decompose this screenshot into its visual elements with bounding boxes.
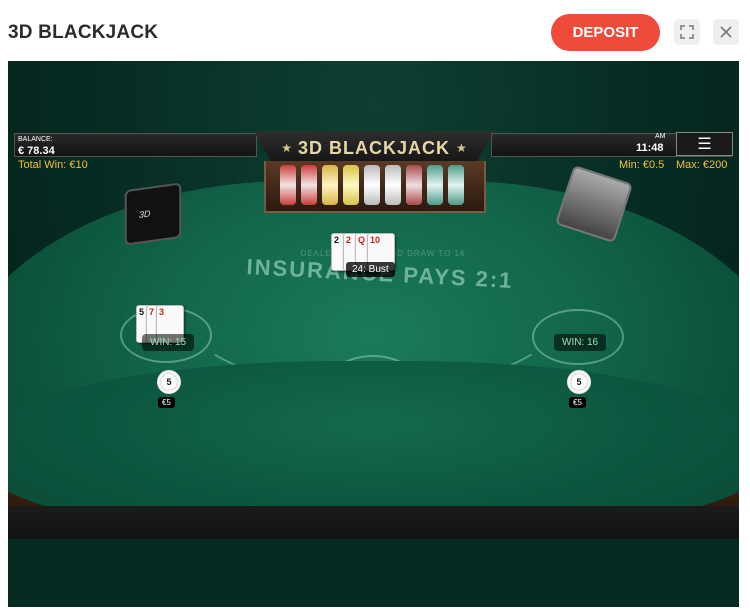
card-rank: 2	[346, 235, 352, 245]
chip-tray	[264, 161, 486, 213]
tray-chip-stack	[322, 165, 338, 205]
clock-time: 11:48	[636, 142, 664, 154]
player-win-right: WIN: 16	[554, 334, 607, 351]
total-win: Total Win: €10	[18, 159, 88, 171]
expand-icon	[680, 25, 694, 39]
tray-chip-stack	[448, 165, 464, 205]
window-header: 3D BLACKJACK DEPOSIT	[0, 0, 750, 62]
balance-panel: BALANCE: € 78.34	[14, 133, 257, 157]
balance-value: € 78.34	[18, 145, 55, 157]
player-win-left: WIN: 15	[142, 334, 195, 351]
balance-label: BALANCE:	[18, 136, 53, 143]
close-button[interactable]	[713, 19, 739, 45]
logo-text: 3D BLACKJACK	[297, 137, 450, 158]
bet-amount-right: €5	[569, 397, 586, 408]
bet-chip-right: 5	[567, 370, 591, 394]
dealer-hand-total: 24: Bust	[346, 262, 395, 277]
tray-chip-stack	[406, 165, 422, 205]
game-logo: ★ 3D BLACKJACK ★	[254, 131, 494, 165]
bet-amount-left: €5	[158, 397, 175, 408]
bet-chip-left: 5	[157, 370, 181, 394]
game-canvas[interactable]: DEALER MUST ... AND DRAW TO 16 INSURANCE…	[8, 61, 739, 607]
menu-button[interactable]: ☰	[676, 132, 733, 156]
close-icon	[720, 26, 732, 38]
deposit-button[interactable]: DEPOSIT	[551, 14, 660, 51]
tray-chip-stack	[343, 165, 359, 205]
expand-button[interactable]	[674, 19, 700, 45]
tray-chip-stack	[427, 165, 443, 205]
card-rank: 10	[370, 235, 381, 245]
min-bet: Min: €0.5	[619, 159, 665, 171]
tray-chip-stack	[280, 165, 296, 205]
shoe-logo-icon: 3D	[138, 208, 151, 220]
star-icon: ★	[456, 141, 467, 155]
clock-ampm: AM	[655, 133, 666, 140]
tray-chip-stack	[385, 165, 401, 205]
card-rank: 5	[139, 307, 145, 317]
card-rank: 7	[149, 307, 155, 317]
card-shoe: 3D	[124, 182, 182, 246]
card-rank: 2	[334, 235, 340, 245]
hamburger-icon: ☰	[697, 136, 712, 153]
top-bar: BALANCE: € 78.34 ★ 3D BLACKJACK ★	[14, 131, 732, 165]
page-title: 3D BLACKJACK	[8, 22, 159, 43]
bottom-band	[8, 539, 739, 607]
card-rank: 3	[159, 307, 165, 317]
tray-chip-stack	[301, 165, 317, 205]
star-icon: ★	[281, 141, 292, 155]
max-bet: Max: €200	[676, 159, 728, 171]
card-rank: Q	[358, 235, 366, 245]
tray-chip-stack	[364, 165, 380, 205]
